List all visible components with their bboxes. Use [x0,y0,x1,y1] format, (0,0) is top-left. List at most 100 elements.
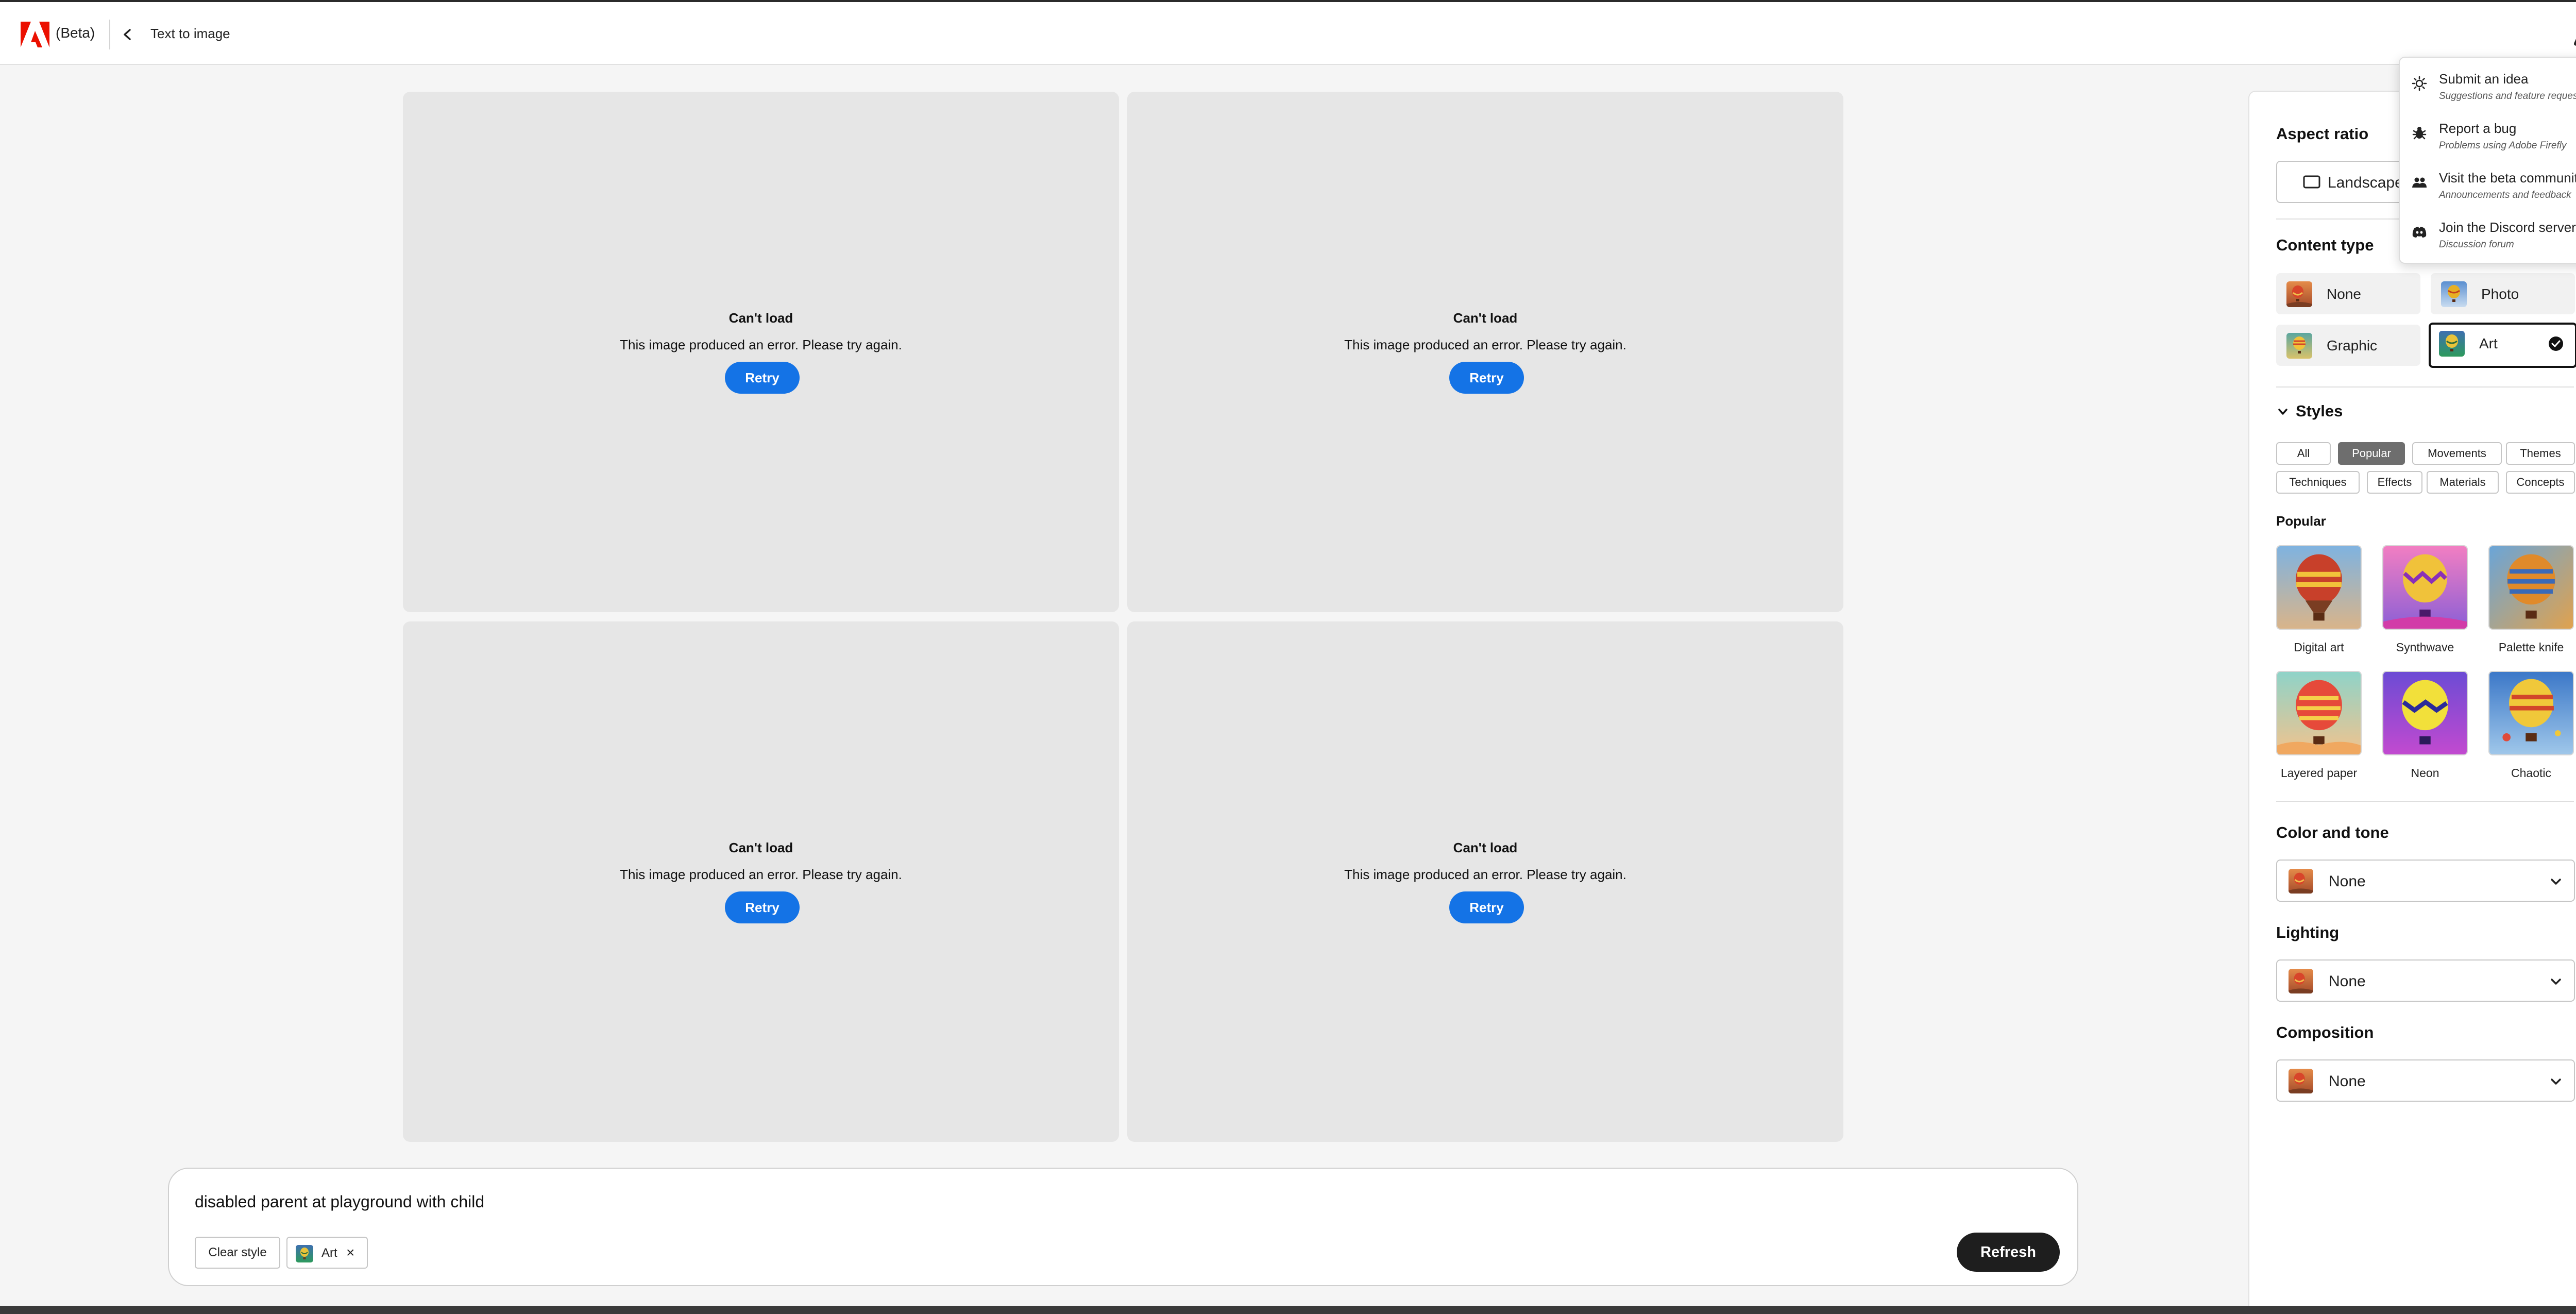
style-tile-palette-knife[interactable]: Palette knife [2488,545,2574,654]
graphic-thumbnail-icon [2286,333,2312,359]
content-type-label: Art [2479,335,2498,351]
dropdown-value: None [2329,973,2366,990]
popular-section-title: Popular [2276,513,2326,529]
style-tile-neon[interactable]: Neon [2382,671,2468,780]
content-type-label: Photo [2481,286,2519,302]
menu-item-title: Join the Discord server [2439,220,2576,235]
content-type-art[interactable]: Art [2429,323,2576,368]
palette-knife-thumbnail-icon [2488,545,2574,630]
prompt-input[interactable]: disabled parent at playground with child [195,1192,484,1211]
art-thumbnail-icon [2439,331,2465,357]
chevron-down-icon[interactable] [2276,405,2290,418]
menu-item-subtitle: Announcements and feedback [2439,190,2571,200]
aspect-ratio-value: Landscape [2328,174,2403,191]
synthwave-thumbnail-icon [2382,545,2468,630]
page-title: Text to image [150,26,230,41]
style-filter-concepts[interactable]: Concepts [2506,471,2575,494]
style-tile-digital-art[interactable]: Digital art [2276,545,2362,654]
style-label: Palette knife [2498,641,2564,654]
adobe-logo-icon[interactable] [21,22,49,47]
bug-icon [2412,127,2427,140]
style-tile-layered-paper[interactable]: Layered paper [2276,671,2362,780]
styles-title: Styles [2296,402,2343,420]
menu-item-title: Visit the beta community [2439,170,2576,186]
image-tile: Can't load This image produced an error.… [1127,621,1843,1142]
chip-label: Art [321,1246,337,1260]
style-filter-movements[interactable]: Movements [2412,442,2502,465]
art-thumbnail-icon [296,1245,313,1262]
style-label: Synthwave [2396,641,2454,654]
beta-label: (Beta) [56,25,95,41]
refresh-button[interactable]: Refresh [1957,1233,2060,1272]
content-type-label: None [2327,286,2361,302]
color-tone-title: Color and tone [2276,823,2389,841]
checkmark-circle-icon [2549,336,2563,351]
color-tone-dropdown[interactable]: None [2276,860,2575,902]
window-bottom-edge [0,1306,2576,1314]
layered-paper-thumbnail-icon [2276,671,2362,755]
retry-button[interactable]: Retry [725,891,800,923]
style-label: Digital art [2294,641,2344,654]
header-divider [109,20,110,49]
style-filter-materials[interactable]: Materials [2427,471,2499,494]
retry-button[interactable]: Retry [1449,891,1524,923]
image-tile: Can't load This image produced an error.… [1127,92,1843,612]
style-label: Neon [2411,766,2439,780]
style-tile-chaotic[interactable]: Chaotic [2488,671,2574,780]
neon-thumbnail-icon [2382,671,2468,755]
menu-item-subtitle: Problems using Adobe Firefly [2439,140,2567,151]
lighting-title: Lighting [2276,923,2340,941]
none-thumbnail-icon [2286,281,2312,307]
error-title: Can't load [1453,310,1518,326]
menu-item-report-bug[interactable]: Report a bug Problems using Adobe Firefl… [2400,113,2576,160]
style-filter-effects[interactable]: Effects [2367,471,2422,494]
menu-item-title: Report a bug [2439,121,2517,136]
content-type-label: Graphic [2327,338,2378,353]
error-message: This image produced an error. Please try… [620,337,902,352]
chevron-left-icon[interactable] [120,26,135,43]
chaotic-thumbnail-icon [2488,671,2574,755]
menu-item-submit-idea[interactable]: Submit an idea Suggestions and feature r… [2400,64,2576,110]
style-filter-techniques[interactable]: Techniques [2276,471,2360,494]
image-tile: Can't load This image produced an error.… [403,621,1119,1142]
clear-style-button[interactable]: Clear style [195,1237,280,1269]
lighting-dropdown[interactable]: None [2276,959,2575,1002]
retry-button[interactable]: Retry [725,362,800,394]
error-message: This image produced an error. Please try… [1344,337,1626,352]
style-tile-synthwave[interactable]: Synthwave [2382,545,2468,654]
divider [2276,801,2574,802]
prompt-bar: disabled parent at playground with child… [168,1168,2078,1286]
composition-dropdown[interactable]: None [2276,1059,2575,1102]
menu-item-beta-community[interactable]: Visit the beta community Announcements a… [2400,163,2576,209]
lightbulb-icon [2412,76,2427,91]
close-icon[interactable]: × [346,1244,354,1261]
content-type-none[interactable]: None [2276,273,2420,314]
style-label: Layered paper [2280,766,2358,780]
flask-icon[interactable] [2573,23,2576,46]
style-label: Chaotic [2511,766,2551,780]
content-type-graphic[interactable]: Graphic [2276,325,2420,366]
none-thumbnail-icon [2289,869,2313,894]
content-type-photo[interactable]: Photo [2431,273,2575,314]
app-header: (Beta) Text to image [0,0,2576,65]
help-popover: Submit an idea Suggestions and feature r… [2399,57,2576,264]
style-filter-all[interactable]: All [2276,442,2331,465]
style-filter-themes[interactable]: Themes [2506,442,2575,465]
error-message: This image produced an error. Please try… [620,867,902,882]
style-chip-art: Art × [286,1237,368,1269]
menu-item-subtitle: Suggestions and feature requests [2439,91,2576,102]
aspect-ratio-title: Aspect ratio [2276,125,2369,143]
style-filter-popular[interactable]: Popular [2338,442,2405,465]
settings-panel: Aspect ratio Landscape Content type None… [2248,91,2576,1314]
retry-button[interactable]: Retry [1449,362,1524,394]
none-thumbnail-icon [2289,1069,2313,1093]
menu-item-subtitle: Discussion forum [2439,239,2514,250]
content-type-title: Content type [2276,236,2374,254]
error-title: Can't load [728,840,793,855]
divider [2276,386,2574,388]
error-message: This image produced an error. Please try… [1344,867,1626,882]
image-tile: Can't load This image produced an error.… [403,92,1119,612]
menu-item-discord[interactable]: Join the Discord server Discussion forum [2400,212,2576,259]
community-icon [2412,177,2427,188]
landscape-icon [2303,175,2320,189]
